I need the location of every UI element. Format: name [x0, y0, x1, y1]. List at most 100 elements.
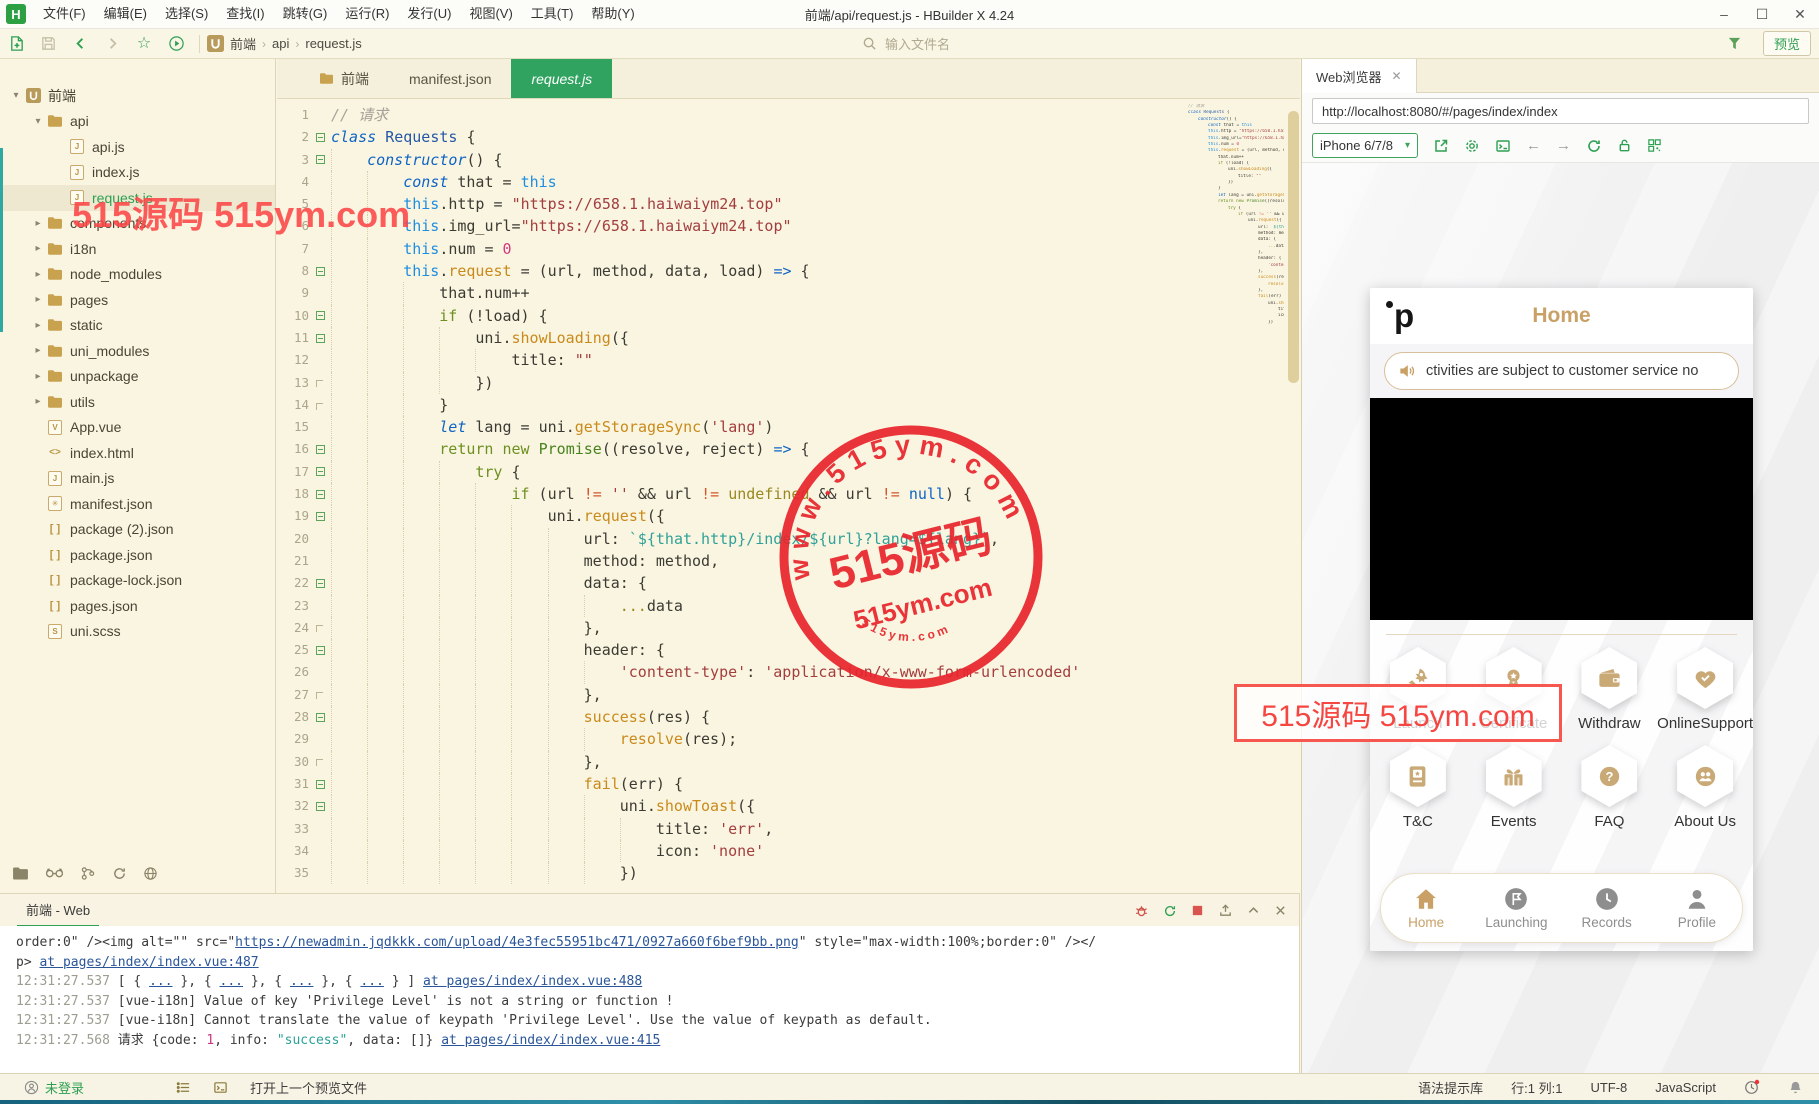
- tree-item-unpackage[interactable]: ▸ unpackage: [0, 364, 275, 390]
- glasses-icon[interactable]: [45, 866, 64, 881]
- grid-item-events[interactable]: Events: [1466, 745, 1562, 830]
- refresh-icon[interactable]: [112, 866, 127, 881]
- console-link[interactable]: ...: [220, 974, 243, 989]
- export-log-icon[interactable]: [1218, 903, 1233, 918]
- terminal-small-icon[interactable]: [213, 1080, 228, 1095]
- tree-item-api[interactable]: ▾ api: [0, 109, 275, 135]
- tree-item-components[interactable]: ▸ components: [0, 211, 275, 237]
- settings-gear-icon[interactable]: [1464, 138, 1480, 154]
- login-status[interactable]: 未登录: [24, 1078, 84, 1097]
- editor-tab-0[interactable]: 前端: [299, 59, 389, 98]
- outline-icon[interactable]: [176, 1080, 191, 1095]
- menu-item-7[interactable]: 视图(V): [460, 0, 521, 28]
- clear-log-icon[interactable]: [1274, 904, 1287, 917]
- grid-item-faq[interactable]: ? FAQ: [1562, 745, 1658, 830]
- menu-item-0[interactable]: 文件(F): [34, 0, 95, 28]
- stop-icon[interactable]: [1191, 904, 1204, 917]
- open-external-icon[interactable]: [1433, 138, 1449, 154]
- bell-icon[interactable]: [1788, 1080, 1803, 1095]
- breadcrumb-item[interactable]: request.js: [305, 36, 361, 51]
- rerun-icon[interactable]: [1163, 904, 1177, 918]
- nav-item-records[interactable]: Records: [1562, 874, 1652, 942]
- tree-item-app-vue[interactable]: V App.vue: [0, 415, 275, 441]
- grid-item-about-us[interactable]: About Us: [1657, 745, 1753, 830]
- back-arrow-icon[interactable]: ←: [1526, 137, 1541, 154]
- grid-item-certificate[interactable]: Certificate: [1466, 647, 1562, 732]
- debug-icon[interactable]: [80, 866, 96, 881]
- grid-item-onlinesupport[interactable]: OnlineSupport: [1657, 647, 1753, 732]
- console-tab[interactable]: 前端 - Web: [16, 894, 100, 927]
- code-area[interactable]: 1// 请求 2 class Requests {3 constructor() {4…: [277, 99, 1300, 893]
- tree-item-index-js[interactable]: Jindex.js: [0, 160, 275, 186]
- navigate-back-icon[interactable]: [64, 36, 96, 51]
- save-icon[interactable]: [32, 35, 64, 52]
- navigate-forward-icon[interactable]: [96, 36, 128, 51]
- menu-item-6[interactable]: 发行(U): [398, 0, 460, 28]
- qr-code-icon[interactable]: [1647, 138, 1662, 153]
- console-link[interactable]: at pages/index/index.vue:488: [423, 974, 642, 989]
- console-link[interactable]: at pages/index/index.vue:415: [441, 1033, 660, 1048]
- open-last-preview[interactable]: 打开上一个预览文件: [250, 1078, 367, 1097]
- menu-item-3[interactable]: 查找(I): [217, 0, 273, 28]
- run-icon[interactable]: [160, 35, 192, 52]
- filter-funnel-icon[interactable]: [1719, 36, 1751, 51]
- grid-item-launch[interactable]: Launch: [1370, 647, 1466, 732]
- video-player[interactable]: [1370, 398, 1753, 620]
- console-terminal-icon[interactable]: [1495, 138, 1511, 154]
- globe-icon[interactable]: [143, 866, 158, 881]
- console-output[interactable]: order:0" /><img alt="" src="https://newa…: [0, 926, 1299, 1073]
- file-search[interactable]: 输入文件名: [862, 34, 950, 53]
- nav-item-launching[interactable]: Launching: [1471, 874, 1561, 942]
- tree-item-package-2-json[interactable]: [ ] package (2).json: [0, 517, 275, 543]
- folder-icon[interactable]: [12, 866, 29, 881]
- menu-item-2[interactable]: 选择(S): [156, 0, 217, 28]
- tree-item-api-js[interactable]: Japi.js: [0, 134, 275, 160]
- bug-icon[interactable]: [1134, 903, 1149, 918]
- language-label[interactable]: JavaScript: [1655, 1080, 1716, 1095]
- tree-item-pages[interactable]: ▸ pages: [0, 287, 275, 313]
- grid-item-withdraw[interactable]: Withdraw: [1562, 647, 1658, 732]
- console-link[interactable]: at pages/index/index.vue:487: [39, 955, 258, 970]
- close-tab-icon[interactable]: ✕: [1392, 69, 1402, 83]
- cursor-position[interactable]: 行:1 列:1: [1511, 1078, 1562, 1097]
- close-button[interactable]: ✕: [1781, 0, 1819, 28]
- tree-item-uni-scss[interactable]: Suni.scss: [0, 619, 275, 645]
- console-link[interactable]: ...: [360, 974, 383, 989]
- menu-item-1[interactable]: 编辑(E): [95, 0, 156, 28]
- device-selector[interactable]: iPhone 6/7/8 ▾: [1312, 133, 1418, 158]
- tree-item-static[interactable]: ▸ static: [0, 313, 275, 339]
- preview-button[interactable]: 预览: [1762, 31, 1811, 56]
- lock-icon[interactable]: [1617, 138, 1632, 153]
- tab-web-browser[interactable]: Web浏览器 ✕: [1302, 59, 1417, 93]
- tree-item-request-js[interactable]: Jrequest.js: [0, 185, 275, 211]
- tree-item-前端[interactable]: ▾ 前端: [0, 83, 275, 109]
- tree-item-package-json[interactable]: [ ] package.json: [0, 542, 275, 568]
- tree-item-index-html[interactable]: <> index.html: [0, 440, 275, 466]
- nav-item-profile[interactable]: Profile: [1652, 874, 1742, 942]
- collapse-panel-icon[interactable]: [1247, 904, 1260, 917]
- menu-item-9[interactable]: 帮助(Y): [582, 0, 643, 28]
- editor-tab-2[interactable]: request.js: [511, 59, 613, 98]
- nav-item-home[interactable]: Home: [1381, 874, 1471, 942]
- syntax-lib-label[interactable]: 语法提示库: [1418, 1078, 1483, 1097]
- tree-item-i18n[interactable]: ▸ i18n: [0, 236, 275, 262]
- reload-icon[interactable]: [1586, 138, 1602, 154]
- url-input[interactable]: [1312, 98, 1809, 124]
- editor-tab-1[interactable]: manifest.json: [389, 59, 511, 98]
- editor-scrollbar[interactable]: [1288, 111, 1299, 383]
- new-file-icon[interactable]: [0, 35, 32, 52]
- tree-item-utils[interactable]: ▸ utils: [0, 389, 275, 415]
- console-link[interactable]: ...: [149, 974, 172, 989]
- tree-item-node-modules[interactable]: ▸ node_modules: [0, 262, 275, 288]
- minimize-button[interactable]: –: [1705, 0, 1743, 28]
- favorite-star-icon[interactable]: ☆: [128, 35, 160, 52]
- tree-item-uni-modules[interactable]: ▸ uni_modules: [0, 338, 275, 364]
- tree-item-main-js[interactable]: Jmain.js: [0, 466, 275, 492]
- menu-item-8[interactable]: 工具(T): [522, 0, 583, 28]
- maximize-button[interactable]: ☐: [1743, 0, 1781, 28]
- encoding-label[interactable]: UTF-8: [1590, 1080, 1627, 1095]
- minimap[interactable]: // 请求 class Requests {constructor() {cons…: [1188, 104, 1284, 326]
- grid-item-t-c[interactable]: T&C: [1370, 745, 1466, 830]
- console-link[interactable]: ...: [290, 974, 313, 989]
- breadcrumb-item[interactable]: 前端: [230, 34, 256, 53]
